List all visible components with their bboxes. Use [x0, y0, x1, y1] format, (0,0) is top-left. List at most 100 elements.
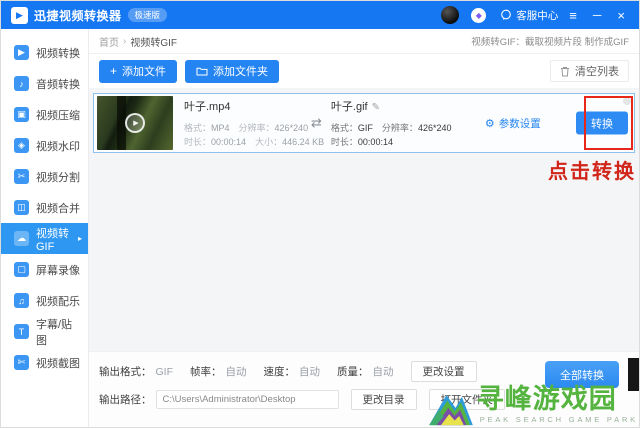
format-label: 格式：: [330, 122, 358, 133]
resolution-label: 分辨率：: [381, 122, 418, 133]
app-title: 迅捷视频转换器: [34, 8, 122, 23]
sidebar-item-video-music[interactable]: ♫ 视频配乐: [1, 285, 88, 316]
file-row[interactable]: ▶ 叶子.mp4 格式：MP4 分辨率：426*240 时长：00:00:14 大小…: [93, 93, 635, 153]
edge-dark-bar: [628, 358, 639, 391]
convert-all-button[interactable]: 全部转换: [545, 361, 619, 388]
target-format: GIF: [357, 122, 373, 133]
customer-service-button[interactable]: 客服中心: [500, 8, 558, 23]
duration-label: 时长：: [330, 136, 358, 147]
video-thumbnail[interactable]: ▶: [97, 96, 173, 150]
chat-bubble-icon: [501, 9, 512, 20]
main-panel: 首页 › 视频转GIF 视频转GIF：截取视频片段 制作成GIF + 添加文件 …: [89, 29, 639, 427]
sidebar-item-video-to-gif[interactable]: ☁ 视频转GIF ▸: [1, 223, 88, 254]
sidebar-item-label: 视频截图: [36, 357, 80, 370]
gear-icon: ⚙: [484, 117, 495, 130]
minimize-icon[interactable]: ─: [588, 9, 607, 21]
add-file-button[interactable]: + 添加文件: [99, 59, 178, 83]
sidebar-item-video-split[interactable]: ✂ 视频分割: [1, 161, 88, 192]
video-split-icon: ✂: [14, 169, 29, 184]
target-resolution: 426*240: [417, 122, 452, 133]
trash-icon: [561, 66, 569, 76]
speed-value: 自动: [299, 366, 320, 378]
convert-button[interactable]: 转换: [576, 111, 628, 135]
sidebar-item-label: 视频转GIF: [36, 227, 69, 253]
plus-icon: +: [110, 64, 118, 78]
quality-label: 质量：: [337, 366, 369, 378]
duration-label: 时长：: [184, 136, 212, 147]
app-logo-icon: ▶: [11, 6, 28, 24]
output-format-label: 输出格式：: [99, 366, 152, 378]
add-folder-button[interactable]: 添加文件夹: [185, 59, 280, 83]
change-directory-button[interactable]: 更改目录: [350, 389, 417, 410]
chevron-right-icon: ▸: [77, 234, 82, 243]
clear-list-button[interactable]: 清空列表: [550, 60, 629, 82]
sidebar-item-label: 视频合并: [36, 202, 80, 215]
fps-value: 自动: [225, 366, 247, 378]
customer-service-label: 客服中心: [516, 9, 559, 22]
video-convert-icon: ▶: [14, 45, 29, 60]
format-label: 格式：: [184, 122, 212, 133]
sidebar-item-label: 音频转换: [36, 78, 80, 91]
feature-hint: 视频转GIF：截取视频片段 制作成GIF: [471, 37, 629, 48]
source-file-info: 叶子.mp4 格式：MP4 分辨率：426*240 时长：00:00:14 大小：4…: [184, 98, 324, 149]
sidebar-item-label: 屏幕录像: [36, 264, 80, 277]
menu-icon[interactable]: ≡: [564, 9, 582, 22]
sidebar-item-video-screenshot[interactable]: ✄ 视频截图: [1, 347, 88, 378]
sidebar-item-label: 视频水印: [36, 140, 80, 153]
video-watermark-icon: ◈: [14, 138, 29, 153]
breadcrumb-current: 视频转GIF: [130, 37, 178, 49]
sidebar-item-subtitle-sticker[interactable]: T 字幕/贴图: [1, 316, 88, 347]
output-path-label: 输出路径：: [99, 394, 152, 406]
source-resolution: 426*240: [274, 122, 309, 133]
edit-pencil-icon[interactable]: ✎: [372, 102, 380, 113]
sidebar-item-video-merge[interactable]: ◫ 视频合并: [1, 192, 88, 223]
screen-record-icon: ▢: [14, 262, 29, 277]
sidebar-item-video-convert[interactable]: ▶ 视频转换: [1, 37, 88, 68]
sidebar-item-label: 视频配乐: [36, 295, 80, 308]
output-format-value: GIF: [155, 365, 174, 378]
titlebar: ▶ 迅捷视频转换器 极速版 ◆ 客服中心 ≡ ─ ×: [1, 1, 639, 29]
change-settings-button[interactable]: 更改设置: [410, 361, 477, 382]
sidebar-item-label: 视频分割: [36, 171, 80, 184]
swap-arrows-icon: ⇄: [311, 115, 322, 130]
sidebar-item-video-compress[interactable]: ▣ 视频压缩: [1, 99, 88, 130]
target-file-name: 叶子.gif ✎: [330, 100, 380, 113]
sidebar: ▶ 视频转换 ♪ 音频转换 ▣ 视频压缩 ◈ 视频水印 ✂ 视频分割 ◫ 视频合…: [1, 29, 89, 427]
output-path-input[interactable]: [155, 390, 339, 409]
subtitle-sticker-icon: T: [14, 324, 29, 339]
app-window: ▶ 迅捷视频转换器 极速版 ◆ 客服中心 ≡ ─ × ▶ 视频转换 ♪ 音频转换: [0, 0, 640, 428]
file-list-area: ▶ 叶子.mp4 格式：MP4 分辨率：426*240 时长：00:00:14 大小…: [89, 88, 639, 351]
breadcrumb-separator: ›: [123, 35, 127, 47]
target-file-info: 叶子.gif ✎ 格式：GIF 分辨率：426*240 时长：00:00:14: [331, 98, 479, 149]
quality-value: 自动: [372, 366, 394, 378]
play-icon[interactable]: ▶: [125, 113, 145, 133]
resolution-label: 分辨率：: [238, 122, 275, 133]
size-label: 大小：: [255, 136, 283, 147]
video-to-gif-icon: ☁: [14, 231, 29, 246]
audio-convert-icon: ♪: [14, 76, 29, 91]
folder-icon: [196, 67, 208, 76]
source-size: 446.24 KB: [282, 136, 325, 147]
sidebar-item-screen-record[interactable]: ▢ 屏幕录像: [1, 254, 88, 285]
target-duration: 00:00:14: [357, 136, 393, 147]
video-music-icon: ♫: [14, 293, 29, 308]
param-settings-button[interactable]: ⚙ 参数设置: [485, 116, 541, 131]
close-icon[interactable]: ×: [612, 9, 630, 22]
sidebar-item-audio-convert[interactable]: ♪ 音频转换: [1, 68, 88, 99]
version-badge: 极速版: [127, 8, 168, 22]
source-format: MP4: [211, 122, 230, 133]
remove-file-icon[interactable]: [623, 97, 631, 105]
vip-badge-icon[interactable]: ◆: [471, 7, 487, 23]
sidebar-item-label: 视频压缩: [36, 109, 80, 122]
open-folder-button[interactable]: 打开文件夹: [428, 389, 505, 410]
output-settings: 输出格式： GIF 帧率： 自动 速度： 自动 质量： 自动 更改设置 输出路径…: [89, 351, 639, 427]
speed-label: 速度：: [263, 366, 296, 378]
sidebar-item-video-watermark[interactable]: ◈ 视频水印: [1, 130, 88, 161]
breadcrumb-home[interactable]: 首页: [99, 34, 119, 49]
click-convert-annotation: 点击转换: [548, 161, 636, 183]
source-duration: 00:00:14: [211, 136, 247, 147]
fps-label: 帧率：: [190, 366, 222, 378]
source-file-name: 叶子.mp4: [184, 100, 231, 113]
user-avatar[interactable]: [441, 6, 460, 24]
toolbar: + 添加文件 添加文件夹 清空列表: [89, 54, 639, 88]
